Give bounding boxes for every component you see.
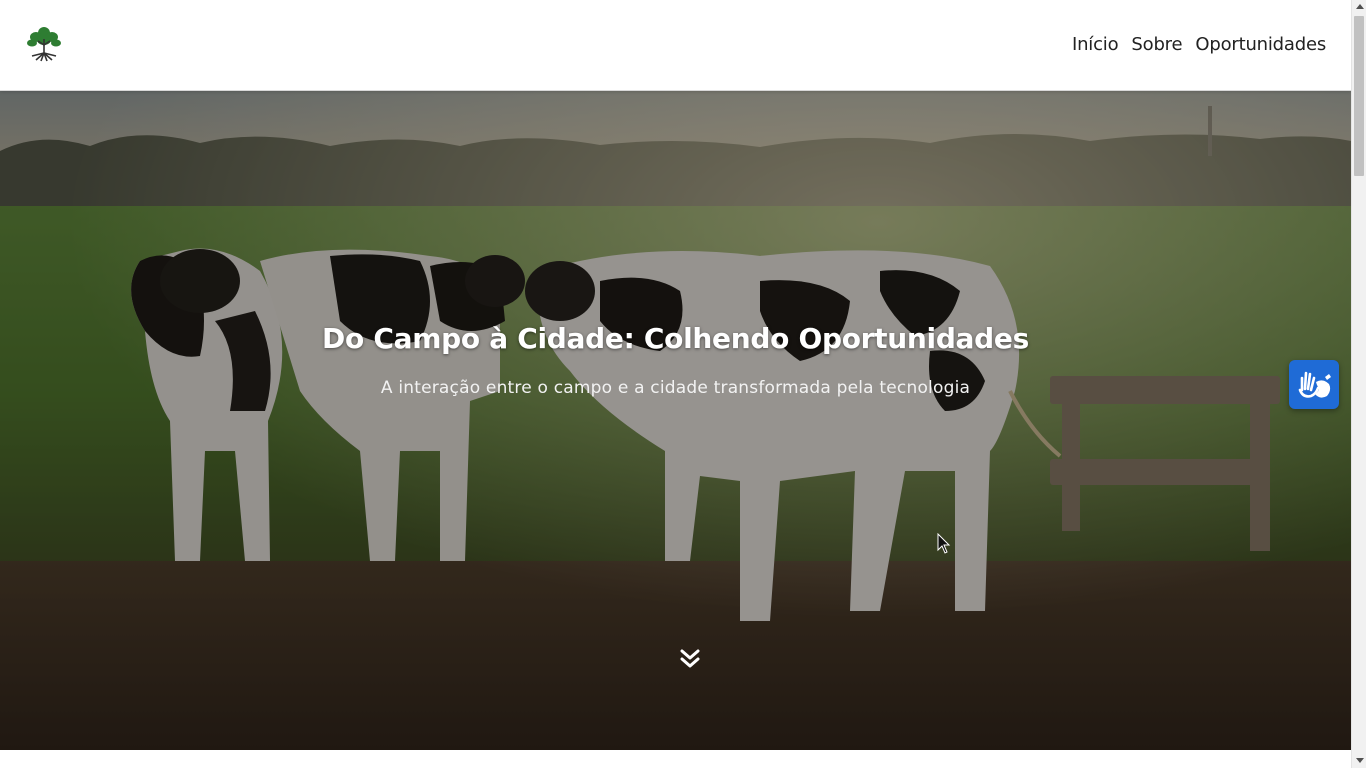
- main-nav: Início Sobre Oportunidades: [1072, 34, 1326, 55]
- page-scrollbar[interactable]: [1351, 0, 1366, 768]
- double-chevron-down-icon[interactable]: [680, 647, 700, 671]
- hero-subtitle: A interação entre o campo e a cidade tra…: [380, 378, 971, 398]
- scroll-down-arrow-icon[interactable]: [1356, 758, 1364, 763]
- hero-section: Do Campo à Cidade: Colhendo Oportunidade…: [0, 91, 1351, 750]
- content-section-start: [0, 750, 1351, 768]
- sign-language-accessibility-button[interactable]: [1289, 360, 1339, 409]
- sign-language-hands-icon: [1298, 371, 1331, 398]
- page: Início Sobre Oportunidades Do Campo à Ci…: [0, 0, 1351, 768]
- tree-logo-icon[interactable]: [24, 23, 64, 63]
- mouse-pointer-icon: [937, 532, 951, 559]
- site-header: Início Sobre Oportunidades: [0, 0, 1351, 91]
- hero-dark-overlay: [0, 91, 1351, 750]
- scroll-up-arrow-icon[interactable]: [1356, 4, 1364, 9]
- nav-link-oportunidades[interactable]: Oportunidades: [1195, 34, 1326, 55]
- hero-title: Do Campo à Cidade: Colhendo Oportunidade…: [322, 322, 1029, 355]
- scrollbar-thumb[interactable]: [1354, 16, 1364, 176]
- nav-link-sobre[interactable]: Sobre: [1131, 34, 1182, 55]
- nav-link-inicio[interactable]: Início: [1072, 34, 1119, 55]
